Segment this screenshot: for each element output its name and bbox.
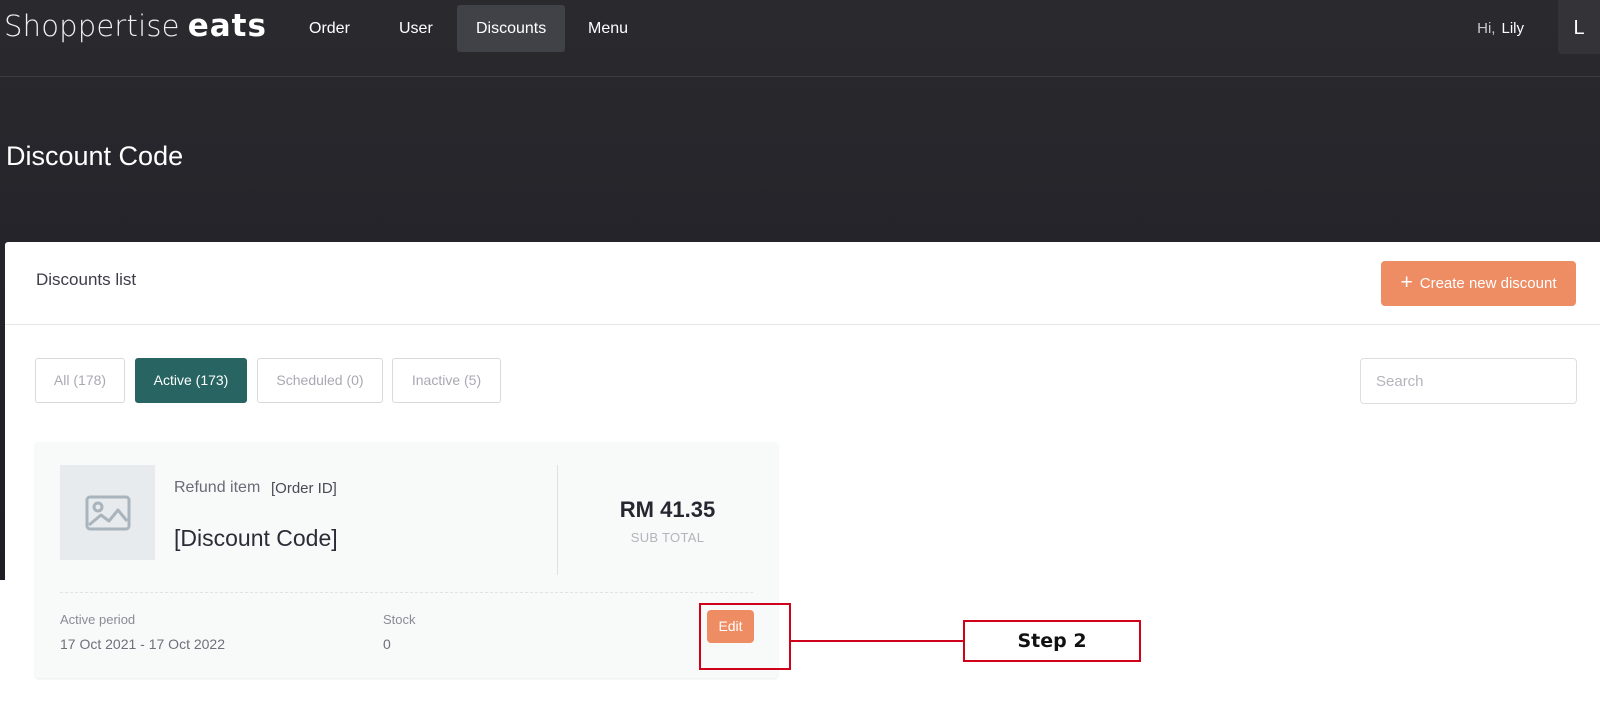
- plus-icon: +: [1400, 270, 1413, 294]
- stock-value: 0: [383, 636, 391, 652]
- nav-item-order[interactable]: Order: [290, 5, 369, 52]
- nav-item-user[interactable]: User: [380, 5, 452, 52]
- annotation-highlight-box: [699, 603, 791, 670]
- navbar: Shoppertise eats Order User Discounts Me…: [0, 0, 1600, 77]
- card-divider: [60, 592, 753, 593]
- filter-scheduled[interactable]: Scheduled (0): [257, 358, 383, 403]
- filter-active[interactable]: Active (173): [135, 358, 247, 403]
- discount-code: [Discount Code]: [174, 525, 338, 551]
- active-period-label: Active period: [60, 612, 136, 627]
- subtotal-amount: RM 41.35: [619, 497, 716, 522]
- active-period-value: 17 Oct 2021 - 17 Oct 2022: [60, 636, 225, 652]
- annotation-connector: [791, 640, 963, 642]
- user-greeting: Hi, Lily: [1477, 20, 1524, 37]
- discount-type-label: Refund item: [174, 479, 261, 496]
- brand-name: Shoppertise: [4, 9, 180, 43]
- create-discount-button[interactable]: + Create new discount: [1381, 261, 1576, 306]
- page-title: Discount Code: [6, 141, 184, 171]
- nav-item-menu[interactable]: Menu: [569, 5, 647, 52]
- search-input[interactable]: [1360, 358, 1577, 404]
- avatar[interactable]: L: [1558, 0, 1600, 54]
- discount-card: Refund item [Order ID] [Discount Code] R…: [35, 442, 778, 678]
- subtotal-label: SUB TOTAL: [630, 530, 705, 545]
- filter-all[interactable]: All (178): [35, 358, 125, 403]
- panel-title: Discounts list: [36, 270, 137, 289]
- greeting-text: Hi,: [1477, 20, 1496, 37]
- discounts-panel: Discounts list + Create new discount All…: [5, 242, 1600, 703]
- user-name: Lily: [1501, 20, 1524, 37]
- brand-logo[interactable]: Shoppertise eats: [4, 8, 267, 48]
- panel-header: Discounts list + Create new discount: [5, 242, 1600, 325]
- filter-inactive[interactable]: Inactive (5): [392, 358, 501, 403]
- stock-label: Stock: [383, 612, 416, 627]
- image-placeholder-icon: [60, 465, 155, 560]
- brand-suffix: eats: [187, 8, 267, 44]
- order-id: [Order ID]: [271, 480, 337, 497]
- nav-item-discounts[interactable]: Discounts: [457, 5, 566, 52]
- annotation-step-label: Step 2: [963, 620, 1141, 662]
- app-window: Shoppertise eats Order User Discounts Me…: [0, 0, 1600, 703]
- create-discount-label: Create new discount: [1419, 275, 1557, 292]
